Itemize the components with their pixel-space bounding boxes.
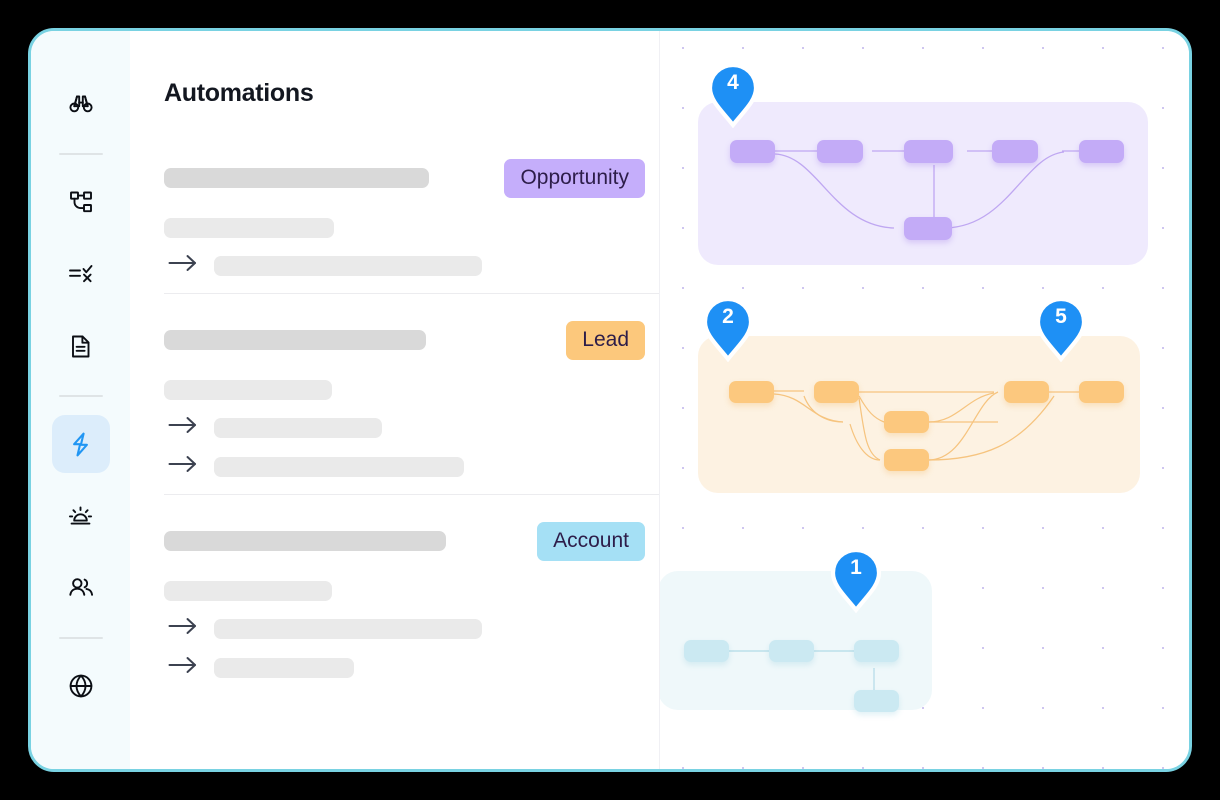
flow-node[interactable] <box>992 140 1038 163</box>
subtitle-skeleton-bar <box>164 581 332 601</box>
flow-node[interactable] <box>1079 140 1124 163</box>
app-window: Automations Opportunity Lead Account 4 2… <box>28 28 1192 772</box>
flow-node[interactable] <box>730 140 775 163</box>
flow-card-account[interactable] <box>660 561 942 720</box>
sidebar-item-documents[interactable] <box>52 317 110 375</box>
status-badge[interactable]: Lead <box>566 320 645 360</box>
org-chart-icon <box>67 188 95 216</box>
sidebar-item-structure[interactable] <box>52 173 110 231</box>
lightning-bolt-icon <box>66 430 95 459</box>
sidebar-divider-1 <box>58 153 103 155</box>
automation-group-lead[interactable]: Lead <box>164 293 659 494</box>
people-icon <box>66 573 96 603</box>
pin-marker-2[interactable]: 2 <box>702 296 754 363</box>
arrow-right-icon <box>168 416 198 439</box>
automation-step[interactable] <box>164 254 659 277</box>
pin-icon <box>830 547 882 614</box>
flow-node[interactable] <box>1079 381 1124 403</box>
pin-marker-1[interactable]: 1 <box>830 547 882 614</box>
step-skeleton-bar <box>214 456 464 477</box>
siren-icon <box>66 502 95 531</box>
arrow-right-icon <box>168 455 198 478</box>
status-badge[interactable]: Account <box>537 521 645 561</box>
flow-node[interactable] <box>1004 381 1049 403</box>
pin-marker-5[interactable]: 5 <box>1035 296 1087 363</box>
step-skeleton-bar <box>214 255 482 276</box>
sidebar-item-global[interactable] <box>52 657 110 715</box>
flow-node[interactable] <box>904 217 952 240</box>
subtitle-skeleton-bar <box>164 218 334 238</box>
flow-canvas[interactable]: 4 2 5 1 <box>660 31 1189 769</box>
sidebar-item-automations[interactable] <box>51 415 110 473</box>
flow-node[interactable] <box>814 381 859 403</box>
flow-node[interactable] <box>854 690 899 712</box>
subtitle-row <box>164 218 659 238</box>
step-skeleton-bar <box>214 657 354 678</box>
globe-icon <box>67 672 95 700</box>
group-header: Opportunity <box>164 156 659 200</box>
automation-group-account[interactable]: Account <box>164 494 659 695</box>
pin-marker-4[interactable]: 4 <box>707 62 759 129</box>
sidebar-divider-2 <box>58 395 103 397</box>
automation-step[interactable] <box>164 656 659 679</box>
flow-node[interactable] <box>684 640 729 662</box>
document-icon <box>67 333 94 360</box>
automations-panel: Automations Opportunity Lead Account <box>130 31 660 769</box>
flow-node[interactable] <box>729 381 774 403</box>
sidebar-item-discover[interactable] <box>52 75 110 133</box>
flow-node[interactable] <box>817 140 863 163</box>
automation-group-opportunity[interactable]: Opportunity <box>164 156 659 293</box>
step-skeleton-bar <box>214 618 482 639</box>
flow-node[interactable] <box>854 640 899 662</box>
flow-connectors <box>774 150 1102 229</box>
subtitle-row <box>164 380 659 400</box>
flow-node[interactable] <box>884 449 929 471</box>
flow-card-opportunity[interactable] <box>688 92 1158 275</box>
automation-step[interactable] <box>164 416 659 439</box>
subtitle-row <box>164 581 659 601</box>
status-badge[interactable]: Opportunity <box>504 158 645 198</box>
automation-step[interactable] <box>164 617 659 640</box>
arrow-right-icon <box>168 617 198 640</box>
pin-icon <box>702 296 754 363</box>
step-skeleton-bar <box>214 417 382 438</box>
flow-node[interactable] <box>904 140 953 163</box>
flow-node[interactable] <box>884 411 929 433</box>
subtitle-skeleton-bar <box>164 380 332 400</box>
title-skeleton-bar <box>164 330 426 350</box>
arrow-right-icon <box>168 656 198 679</box>
checklist-icon <box>66 260 95 289</box>
binoculars-icon <box>66 89 96 119</box>
title-skeleton-bar <box>164 531 446 551</box>
sidebar-divider-3 <box>58 637 103 639</box>
title-skeleton-bar <box>164 168 429 188</box>
pin-icon <box>1035 296 1087 363</box>
arrow-right-icon <box>168 254 198 277</box>
group-header: Lead <box>164 318 659 362</box>
pin-icon <box>707 62 759 129</box>
group-header: Account <box>164 519 659 563</box>
flow-node[interactable] <box>769 640 814 662</box>
sidebar <box>31 31 130 769</box>
sidebar-item-contacts[interactable] <box>52 559 110 617</box>
automation-step[interactable] <box>164 455 659 478</box>
page-title: Automations <box>164 79 314 107</box>
sidebar-item-tasks[interactable] <box>52 245 110 303</box>
sidebar-item-alerts[interactable] <box>52 487 110 545</box>
